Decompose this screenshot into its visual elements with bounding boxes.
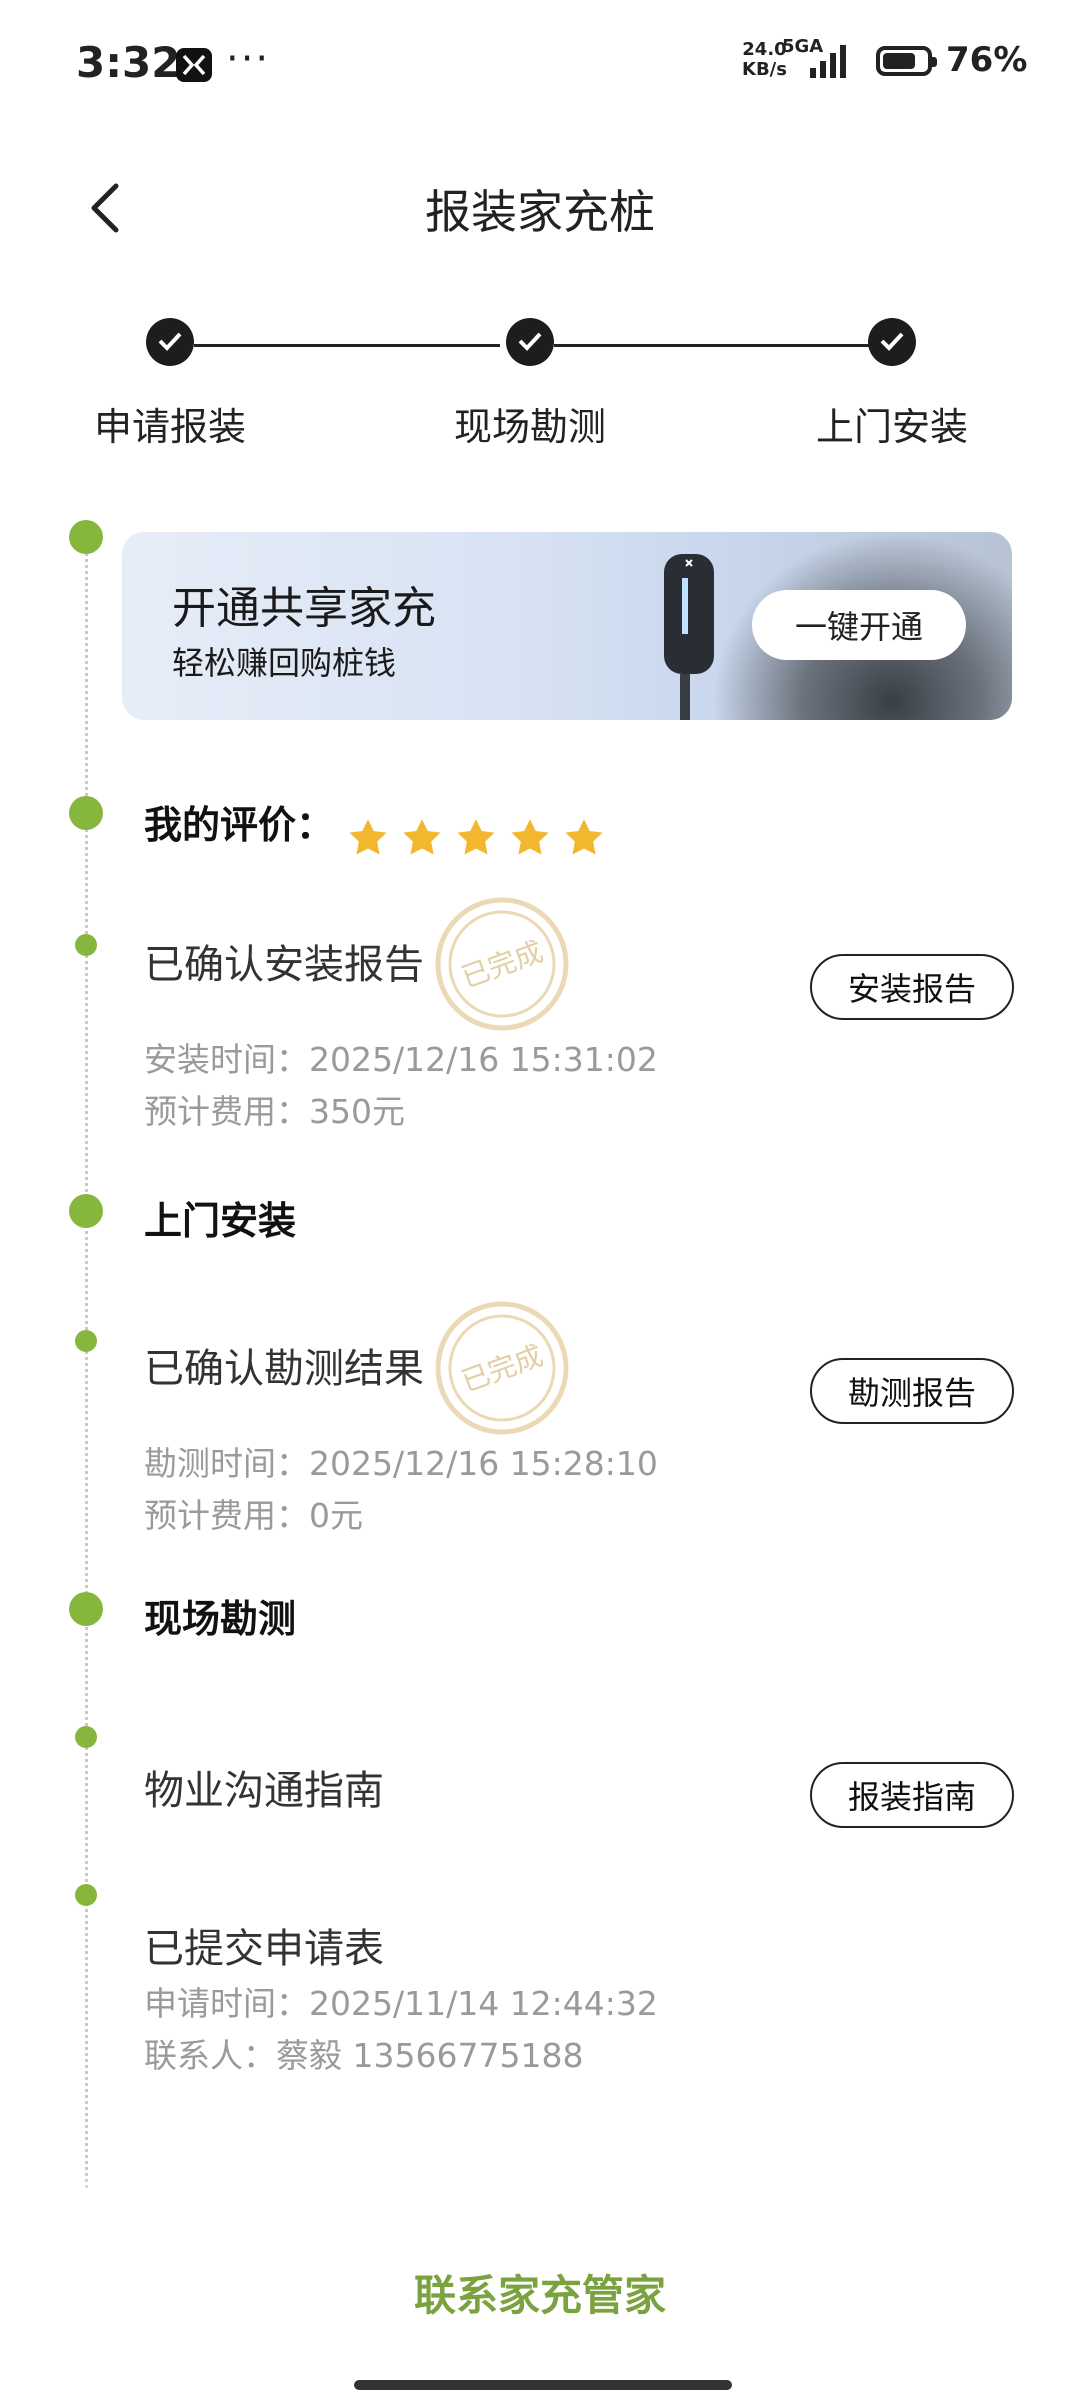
contact-label: 联系人： (144, 2036, 276, 2075)
banner-title: 开通共享家充 (172, 583, 436, 634)
step-connector (554, 344, 870, 347)
install-fee: 预计费用：350元 (144, 1086, 405, 1138)
contact-value: 蔡毅 13566775188 (276, 2036, 584, 2075)
more-notifications-icon: ··· (226, 36, 271, 82)
survey-time: 勘测时间：2025/12/16 15:28:10 (144, 1438, 658, 1490)
battery-icon (876, 46, 937, 76)
application-time: 申请时间：2025/11/14 12:44:32 (144, 1978, 658, 2030)
page-title: 报装家充桩 (425, 185, 655, 239)
application-contact: 联系人：蔡毅 13566775188 (144, 2030, 583, 2082)
timeline-dot (75, 934, 97, 956)
install-fee-value: 350元 (309, 1092, 405, 1131)
application-guide-button[interactable]: 报装指南 (810, 1762, 1014, 1828)
status-time: 3:32 (76, 38, 181, 87)
signal-icon (810, 45, 846, 78)
network-speed: 24.0 KB/s (742, 40, 787, 80)
step-connector (194, 344, 500, 347)
shared-charging-banner[interactable]: 开通共享家充 轻松赚回购桩钱 一键开通 (122, 532, 1012, 720)
property-guide-title: 物业沟通指南 (144, 1768, 384, 1814)
app-notification-icon (176, 48, 212, 82)
stamp-text: 已完成 (457, 1339, 547, 1399)
contact-manager-button[interactable]: 联系家充管家 (0, 2262, 1080, 2323)
rating-stars (346, 816, 616, 864)
stamp-text: 已完成 (457, 935, 547, 995)
install-time-value: 2025/12/16 15:31:02 (309, 1040, 658, 1079)
step-check-icon (146, 318, 194, 366)
banner-subtitle: 轻松赚回购桩钱 (172, 644, 397, 682)
survey-fee-label: 预计费用： (144, 1496, 309, 1535)
star-icon (403, 819, 441, 855)
battery-percent: 76% (946, 40, 1028, 80)
timeline-dot (75, 1330, 97, 1352)
home-indicator[interactable] (354, 2380, 732, 2390)
star-icon (349, 819, 387, 855)
survey-section-title: 现场勘测 (144, 1597, 297, 1641)
survey-fee-value: 0元 (309, 1496, 363, 1535)
survey-fee: 预计费用：0元 (144, 1490, 363, 1542)
install-report-title: 已确认安装报告 (144, 942, 424, 988)
star-icon (565, 819, 603, 855)
star-icon (511, 819, 549, 855)
charger-image (664, 554, 714, 720)
install-fee-label: 预计费用： (144, 1092, 309, 1131)
timeline-dot (69, 1194, 103, 1228)
step-check-icon (868, 318, 916, 366)
survey-time-label: 勘测时间： (144, 1444, 309, 1483)
progress-stepper: 申请报装 现场勘测 上门安装 (0, 318, 1080, 458)
application-time-label: 申请时间： (144, 1984, 309, 2023)
application-title: 已提交申请表 (144, 1926, 384, 1972)
timeline-dot (75, 1726, 97, 1748)
install-time-label: 安装时间： (144, 1040, 309, 1079)
star-icon (457, 819, 495, 855)
application-time-value: 2025/11/14 12:44:32 (309, 1984, 658, 2023)
step-label-apply: 申请报装 (93, 405, 246, 449)
install-report-button[interactable]: 安装报告 (810, 954, 1014, 1020)
survey-result-title: 已确认勘测结果 (144, 1346, 424, 1392)
enable-sharing-button[interactable]: 一键开通 (752, 590, 966, 660)
completed-stamp: 已完成 (435, 1301, 569, 1435)
timeline-dot (69, 796, 103, 830)
status-bar: 3:32 ··· 24.0 KB/s 5GA 76% (0, 0, 1080, 130)
step-label-survey: 现场勘测 (453, 405, 606, 449)
net-speed-value: 24.0 (742, 39, 787, 60)
step-label-install: 上门安装 (815, 405, 968, 449)
survey-time-value: 2025/12/16 15:28:10 (309, 1444, 658, 1483)
timeline-dot (75, 1884, 97, 1906)
net-speed-unit: KB/s (742, 59, 787, 80)
rating-label: 我的评价： (144, 803, 335, 847)
completed-stamp: 已完成 (435, 897, 569, 1031)
timeline-line (85, 548, 88, 2188)
install-time: 安装时间：2025/12/16 15:31:02 (144, 1034, 658, 1086)
step-check-icon (506, 318, 554, 366)
install-section-title: 上门安装 (144, 1199, 297, 1243)
scroll-fade (0, 2170, 1080, 2230)
survey-report-button[interactable]: 勘测报告 (810, 1358, 1014, 1424)
timeline-dot (69, 1592, 103, 1626)
timeline-dot (69, 520, 103, 554)
